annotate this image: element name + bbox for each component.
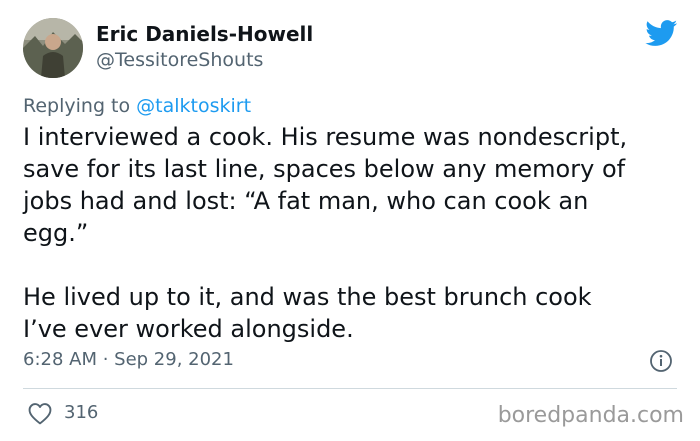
author-handle[interactable]: @TessitoreShouts <box>96 49 263 71</box>
tweet-timestamp[interactable]: 6:28 AM · Sep 29, 2021 <box>23 349 234 370</box>
twitter-bird-icon[interactable] <box>645 20 678 47</box>
tweet-line: I interviewed a cook. His resume was non… <box>23 123 628 151</box>
replying-to: Replying to @talktoskirt <box>23 95 251 117</box>
avatar-photo <box>23 18 83 78</box>
heart-icon[interactable] <box>27 402 53 425</box>
tweet-line: He lived up to it, and was the best brun… <box>23 283 592 311</box>
tweet-line: save for its last line, spaces below any… <box>23 155 626 183</box>
tweet-line: I’ve ever worked alongside. <box>23 315 354 343</box>
info-icon[interactable] <box>649 349 673 373</box>
tweet-text: I interviewed a cook. His resume was non… <box>23 121 688 345</box>
author-display-name[interactable]: Eric Daniels-Howell <box>96 22 313 46</box>
reply-mention-link[interactable]: @talktoskirt <box>136 95 251 117</box>
divider <box>23 388 677 389</box>
tweet-line: egg.” <box>23 219 89 247</box>
avatar[interactable] <box>23 18 83 78</box>
boredpanda-watermark: boredpanda.com <box>497 403 684 428</box>
replying-to-label: Replying to <box>23 95 131 117</box>
tweet-line: jobs had and lost: “A fat man, who can c… <box>23 187 589 215</box>
like-count: 316 <box>64 402 99 423</box>
